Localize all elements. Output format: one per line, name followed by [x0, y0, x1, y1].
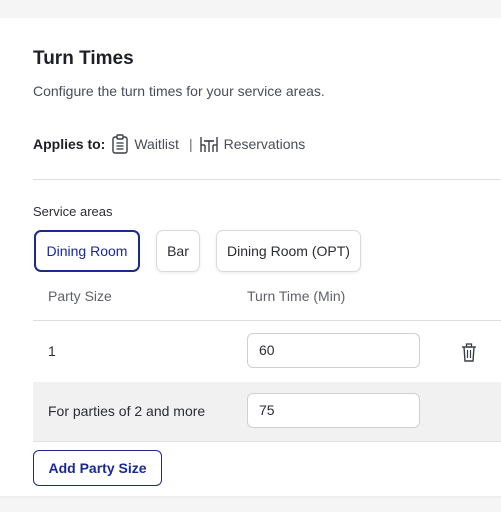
turn-time-input[interactable]: 75: [247, 393, 420, 428]
applies-to-row: Applies to: Waitlist | Reservations: [33, 132, 305, 156]
page-title: Turn Times: [33, 48, 134, 69]
service-area-chip-dining-room[interactable]: Dining Room: [34, 230, 140, 272]
turn-times-card: Turn Times Configure the turn times for …: [0, 18, 501, 496]
table-row: 1 60: [33, 320, 501, 382]
trash-icon[interactable]: [460, 342, 478, 362]
service-areas-label: Service areas: [33, 204, 113, 219]
section-divider: [33, 179, 501, 180]
table-row: For parties of 2 and more 75: [33, 382, 501, 442]
party-size-cell: 1: [48, 343, 56, 359]
service-area-chip-dining-room-opt[interactable]: Dining Room (OPT): [216, 230, 361, 272]
applies-to-waitlist: Waitlist: [134, 136, 179, 152]
column-header-turn-time: Turn Time (Min): [247, 288, 346, 304]
table-chairs-icon: [199, 134, 219, 154]
turn-time-input[interactable]: 60: [247, 333, 420, 368]
add-party-size-button[interactable]: Add Party Size: [33, 450, 162, 486]
party-size-cell: For parties of 2 and more: [48, 403, 206, 419]
applies-to-reservations: Reservations: [223, 136, 306, 152]
applies-to-separator: |: [188, 136, 193, 152]
clipboard-list-icon: [111, 134, 129, 154]
service-area-chip-bar[interactable]: Bar: [156, 230, 200, 272]
applies-to-label: Applies to:: [33, 136, 106, 152]
column-header-party-size: Party Size: [48, 288, 112, 304]
page-description: Configure the turn times for your servic…: [33, 83, 325, 99]
